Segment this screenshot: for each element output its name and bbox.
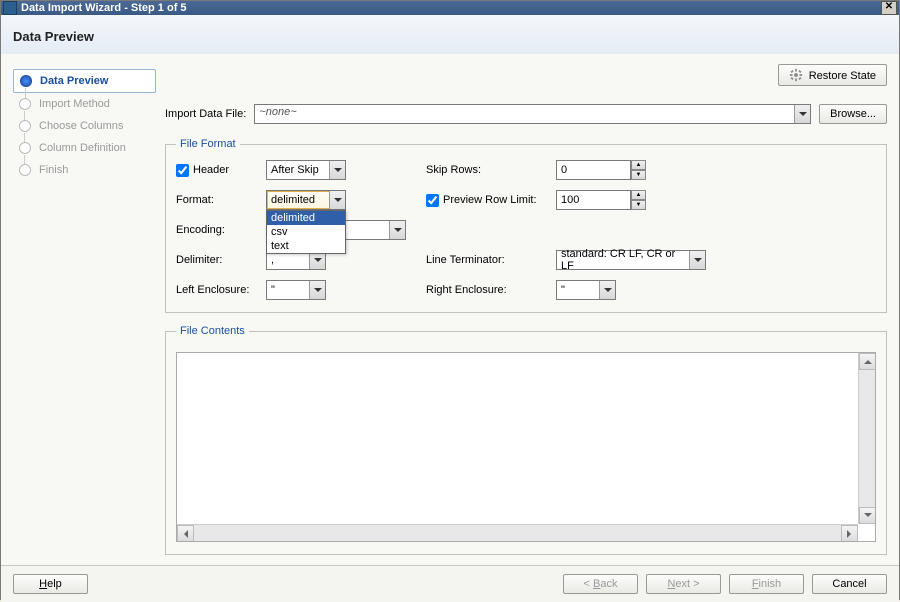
import-file-label: Import Data File: <box>165 108 246 120</box>
format-select-wrapper: delimited delimited csv text <box>266 190 346 210</box>
header-label: Header <box>193 164 229 176</box>
chevron-down-icon[interactable] <box>389 221 405 239</box>
chevron-down-icon[interactable] <box>794 105 810 123</box>
step-import-method[interactable]: Import Method <box>13 93 156 115</box>
step-label: Data Preview <box>40 75 108 87</box>
skip-rows-label: Skip Rows: <box>426 164 546 176</box>
body: Data Preview Import Method Choose Column… <box>1 54 899 565</box>
close-button[interactable]: ✕ <box>881 1 897 15</box>
preview-limit-checkbox[interactable] <box>426 194 439 207</box>
gear-icon <box>789 68 803 82</box>
format-value: delimited <box>271 194 315 206</box>
step-label: Import Method <box>39 98 110 110</box>
chevron-down-icon[interactable] <box>329 161 345 179</box>
step-column-definition[interactable]: Column Definition <box>13 137 156 159</box>
footer: Help < Back Next > Finish Cancel <box>1 565 899 602</box>
left-enclosure-select[interactable]: " <box>266 280 326 300</box>
help-button[interactable]: Help <box>13 574 88 594</box>
vertical-scrollbar[interactable] <box>858 353 875 524</box>
page-title: Data Preview <box>13 29 887 44</box>
header-checkbox[interactable] <box>176 164 189 177</box>
file-contents-area <box>176 352 876 542</box>
format-option-csv[interactable]: csv <box>267 225 345 239</box>
header-mode-select[interactable]: After Skip <box>266 160 346 180</box>
line-terminator-label: Line Terminator: <box>426 254 546 266</box>
wizard-window: Data Import Wizard - Step 1 of 5 ✕ Data … <box>0 0 900 600</box>
import-file-row: Import Data File: ~none~ Browse... <box>165 104 887 124</box>
import-file-value: ~none~ <box>259 106 296 118</box>
horizontal-scrollbar[interactable] <box>177 524 858 541</box>
header: Data Preview <box>1 15 899 54</box>
format-option-delimited[interactable]: delimited <box>267 211 345 225</box>
back-button[interactable]: < Back <box>563 574 638 594</box>
wizard-steps-sidebar: Data Preview Import Method Choose Column… <box>1 54 161 565</box>
app-icon <box>3 1 17 15</box>
step-label: Finish <box>39 164 68 176</box>
format-option-text[interactable]: text <box>267 239 345 253</box>
finish-button[interactable]: Finish <box>729 574 804 594</box>
file-format-legend: File Format <box>176 138 240 150</box>
line-terminator-select[interactable]: standard: CR LF, CR or LF <box>556 250 706 270</box>
right-enclosure-select[interactable]: " <box>556 280 616 300</box>
next-button[interactable]: Next > <box>646 574 721 594</box>
window-title: Data Import Wizard - Step 1 of 5 <box>21 2 881 14</box>
cancel-button[interactable]: Cancel <box>812 574 887 594</box>
scroll-right-button[interactable] <box>841 525 858 542</box>
skip-rows-input[interactable] <box>556 160 631 180</box>
spin-up-button[interactable]: ▲ <box>631 160 646 170</box>
chevron-down-icon[interactable] <box>329 191 345 209</box>
import-file-combo[interactable]: ~none~ <box>254 104 811 124</box>
help-label: elp <box>47 578 62 590</box>
line-terminator-value: standard: CR LF, CR or LF <box>561 248 687 272</box>
step-data-preview[interactable]: Data Preview <box>13 69 156 93</box>
scroll-up-button[interactable] <box>859 353 876 370</box>
file-format-grid: Header After Skip Skip Rows: ▲ ▼ <box>176 160 876 300</box>
chevron-down-icon[interactable] <box>309 281 325 299</box>
left-enclosure-label: Left Enclosure: <box>176 284 256 296</box>
chevron-down-icon[interactable] <box>689 251 705 269</box>
right-enclosure-label: Right Enclosure: <box>426 284 546 296</box>
titlebar: Data Import Wizard - Step 1 of 5 ✕ <box>1 1 899 15</box>
delimiter-value: , <box>271 254 274 266</box>
preview-limit-checkbox-wrap: Preview Row Limit: <box>426 194 546 207</box>
chevron-down-icon[interactable] <box>599 281 615 299</box>
preview-limit-input[interactable] <box>556 190 631 210</box>
header-mode-value: After Skip <box>271 164 319 176</box>
header-checkbox-wrap: Header <box>176 164 256 177</box>
file-format-fieldset: File Format Header After Skip Skip Rows: <box>165 138 887 313</box>
left-enclosure-value: " <box>271 284 275 296</box>
file-contents-fieldset: File Contents <box>165 325 887 555</box>
restore-state-label: Restore State <box>809 70 876 82</box>
main-panel: Restore State Import Data File: ~none~ B… <box>161 54 899 565</box>
step-label: Column Definition <box>39 142 126 154</box>
spin-down-button[interactable]: ▼ <box>631 170 646 180</box>
skip-rows-spinner: ▲ ▼ <box>556 160 716 180</box>
format-select[interactable]: delimited <box>266 190 346 210</box>
spin-down-button[interactable]: ▼ <box>631 200 646 210</box>
restore-state-button[interactable]: Restore State <box>778 64 887 86</box>
scroll-left-button[interactable] <box>177 525 194 542</box>
format-label: Format: <box>176 194 256 206</box>
step-label: Choose Columns <box>39 120 123 132</box>
preview-limit-label: Preview Row Limit: <box>443 194 537 206</box>
delimiter-label: Delimiter: <box>176 254 256 266</box>
step-list: Data Preview Import Method Choose Column… <box>13 69 156 181</box>
browse-button[interactable]: Browse... <box>819 104 887 124</box>
right-enclosure-value: " <box>561 284 565 296</box>
step-choose-columns[interactable]: Choose Columns <box>13 115 156 137</box>
skip-rows-spin-buttons: ▲ ▼ <box>631 160 646 180</box>
format-dropdown: delimited csv text <box>266 210 346 254</box>
file-contents-legend: File Contents <box>176 325 249 337</box>
preview-limit-spin-buttons: ▲ ▼ <box>631 190 646 210</box>
step-finish[interactable]: Finish <box>13 159 156 181</box>
scroll-down-button[interactable] <box>859 507 876 524</box>
encoding-label: Encoding: <box>176 224 256 236</box>
preview-limit-spinner: ▲ ▼ <box>556 190 716 210</box>
spin-up-button[interactable]: ▲ <box>631 190 646 200</box>
